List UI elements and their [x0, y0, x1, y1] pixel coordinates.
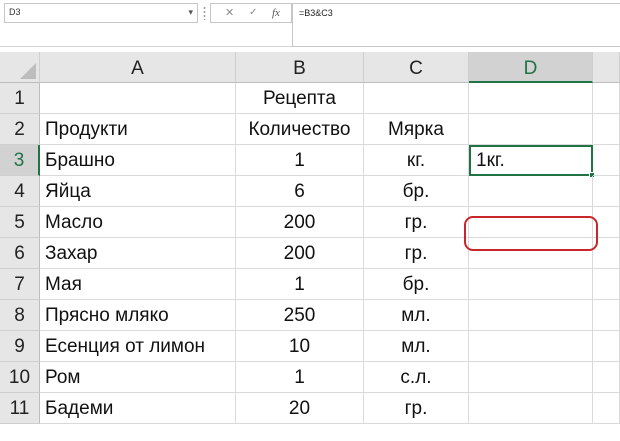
insert-function-icon[interactable]: fx	[272, 6, 280, 20]
cell-c5[interactable]: гр.	[364, 207, 469, 238]
cell-a11[interactable]: Бадеми	[40, 393, 236, 424]
cell-a9[interactable]: Есенция от лимон	[40, 331, 236, 362]
formula-text: =B3&C3	[299, 8, 333, 18]
cell-c10[interactable]: с.л.	[364, 362, 469, 393]
cell-partial[interactable]	[593, 331, 620, 362]
spreadsheet-grid: ABCD 1 Рецепта 2 Продукти Количество Мярка 3 Бр…	[0, 52, 620, 441]
cell-b9[interactable]: 10	[236, 331, 364, 362]
cell-partial[interactable]	[593, 300, 620, 331]
cell-c8[interactable]: мл.	[364, 300, 469, 331]
select-all-icon	[20, 63, 36, 79]
cell-b10[interactable]: 1	[236, 362, 364, 393]
chevron-down-icon[interactable]: ▾	[188, 7, 193, 18]
cell-a2[interactable]: Продукти	[40, 114, 236, 145]
cell-d1[interactable]	[469, 83, 593, 114]
cell-c1[interactable]	[364, 83, 469, 114]
cell-a10[interactable]: Ром	[40, 362, 236, 393]
formula-bar: D3 ▾ ✕ ✓ fx =B3&C3	[0, 0, 620, 52]
row-header-3[interactable]: 3	[0, 145, 40, 176]
column-header-b[interactable]: B	[236, 52, 364, 83]
row-header-6[interactable]: 6	[0, 238, 40, 269]
cell-a8[interactable]: Прясно мляко	[40, 300, 236, 331]
cell-b6[interactable]: 200	[236, 238, 364, 269]
cell-b3[interactable]: 1	[236, 145, 364, 176]
enter-icon[interactable]: ✓	[249, 6, 257, 20]
cell-d9[interactable]	[469, 331, 593, 362]
cell-d4[interactable]	[469, 176, 593, 207]
row-header-5[interactable]: 5	[0, 207, 40, 238]
cell-b5[interactable]: 200	[236, 207, 364, 238]
cell-c2[interactable]: Мярка	[364, 114, 469, 145]
cell-d8[interactable]	[469, 300, 593, 331]
cell-b1[interactable]: Рецепта	[236, 83, 364, 114]
cell-partial[interactable]	[593, 176, 620, 207]
cell-c9[interactable]: мл.	[364, 331, 469, 362]
cell-d7[interactable]	[469, 269, 593, 300]
formula-input[interactable]: =B3&C3	[292, 3, 620, 47]
cell-b11[interactable]: 20	[236, 393, 364, 424]
cell-d3[interactable]: 1кг.	[469, 145, 593, 176]
cell-c4[interactable]: бр.	[364, 176, 469, 207]
cell-c11[interactable]: гр.	[364, 393, 469, 424]
cell-b8[interactable]: 250	[236, 300, 364, 331]
cell-a3[interactable]: Брашно	[40, 145, 236, 176]
highlight-annotation	[464, 216, 598, 251]
cell-c7[interactable]: бр.	[364, 269, 469, 300]
row-header-8[interactable]: 8	[0, 300, 40, 331]
column-header-c[interactable]: C	[364, 52, 469, 83]
row-header-2[interactable]: 2	[0, 114, 40, 145]
cell-partial[interactable]	[593, 393, 620, 424]
row-header-4[interactable]: 4	[0, 176, 40, 207]
drag-handle-icon[interactable]	[203, 6, 206, 20]
cell-partial[interactable]	[593, 83, 620, 114]
cell-a6[interactable]: Захар	[40, 238, 236, 269]
name-box-value: D3	[9, 7, 21, 17]
row-header-9[interactable]: 9	[0, 331, 40, 362]
cell-b7[interactable]: 1	[236, 269, 364, 300]
row-header-7[interactable]: 7	[0, 269, 40, 300]
row-header-10[interactable]: 10	[0, 362, 40, 393]
column-header-a[interactable]: A	[40, 52, 236, 83]
cell-b4[interactable]: 6	[236, 176, 364, 207]
cell-a5[interactable]: Масло	[40, 207, 236, 238]
cell-partial[interactable]	[593, 114, 620, 145]
cell-d10[interactable]	[469, 362, 593, 393]
cell-a4[interactable]: Яйца	[40, 176, 236, 207]
cell-b2[interactable]: Количество	[236, 114, 364, 145]
row-header-11[interactable]: 11	[0, 393, 40, 424]
select-all-button[interactable]	[0, 52, 40, 83]
row-header-1[interactable]: 1	[0, 83, 40, 114]
cell-a1[interactable]	[40, 83, 236, 114]
cell-partial[interactable]	[593, 362, 620, 393]
formula-buttons: ✕ ✓ fx	[210, 3, 292, 23]
cell-d11[interactable]	[469, 393, 593, 424]
name-box[interactable]: D3 ▾	[4, 3, 198, 23]
divider	[0, 46, 292, 47]
cell-c3[interactable]: кг.	[364, 145, 469, 176]
column-header-d[interactable]: D	[469, 52, 593, 83]
cell-a7[interactable]: Мая	[40, 269, 236, 300]
column-header-partial[interactable]	[593, 52, 620, 83]
cell-d2[interactable]	[469, 114, 593, 145]
cell-c6[interactable]: гр.	[364, 238, 469, 269]
cell-partial[interactable]	[593, 145, 620, 176]
cancel-icon[interactable]: ✕	[225, 6, 234, 20]
cell-partial[interactable]	[593, 269, 620, 300]
